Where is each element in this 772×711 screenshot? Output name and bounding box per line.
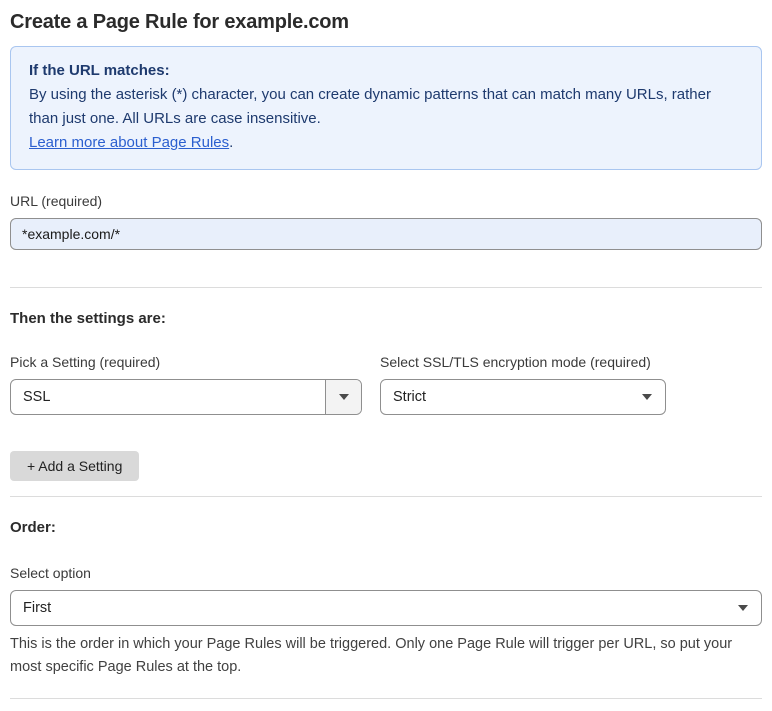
order-select-value: First (23, 600, 52, 616)
ssl-mode-select[interactable]: Strict (380, 379, 666, 415)
order-select-label: Select option (10, 565, 91, 581)
chevron-down-icon (738, 605, 748, 611)
setting-select-value: SSL (23, 389, 51, 405)
setting-select[interactable]: SSL (10, 379, 362, 415)
url-match-info-box: If the URL matches: By using the asteris… (10, 46, 762, 170)
url-section: URL (required) (10, 193, 762, 250)
ssl-mode-label: Select SSL/TLS encryption mode (required… (380, 354, 651, 370)
ssl-mode-select-value: Strict (393, 389, 427, 405)
ssl-mode-picker-group: Select SSL/TLS encryption mode (required… (380, 354, 666, 415)
order-select[interactable]: First (10, 590, 762, 626)
settings-row: Pick a Setting (required) SSL Select SSL… (10, 354, 762, 415)
setting-picker-group: Pick a Setting (required) SSL (10, 354, 362, 415)
settings-section-heading: Then the settings are: (10, 310, 166, 327)
chevron-down-icon (338, 394, 349, 400)
info-box-heading: If the URL matches: (29, 62, 170, 79)
link-suffix: . (229, 134, 234, 151)
add-setting-button[interactable]: + Add a Setting (10, 451, 140, 481)
create-page-rule-form: Create a Page Rule for example.com If th… (0, 0, 772, 711)
learn-more-link[interactable]: Learn more about Page Rules (29, 134, 229, 151)
setting-picker-label: Pick a Setting (required) (10, 354, 161, 370)
divider (10, 698, 762, 699)
page-title: Create a Page Rule for example.com (10, 11, 349, 33)
url-input[interactable] (10, 218, 762, 250)
order-section-heading: Order: (10, 519, 56, 536)
order-help-text: This is the order in which your Page Rul… (10, 636, 733, 675)
url-label: URL (required) (10, 193, 103, 209)
chevron-down-icon (642, 394, 652, 400)
info-box-body: By using the asterisk (*) character, you… (29, 86, 711, 127)
setting-select-arrow-box (325, 380, 361, 414)
